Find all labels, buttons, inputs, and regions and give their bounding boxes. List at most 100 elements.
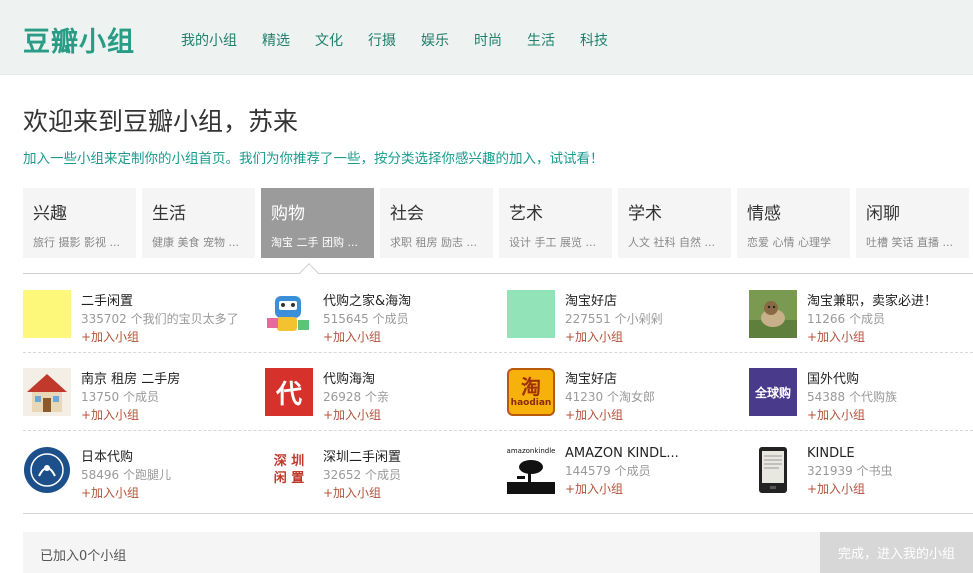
group-info: 代购之家&海淘 515645 个成员 +加入小组: [323, 290, 503, 345]
category-tab-art[interactable]: 艺术 设计 手工 展览 ...: [499, 188, 612, 258]
row-separator: [23, 430, 973, 431]
category-tab-society[interactable]: 社会 求职 租房 励志 ...: [380, 188, 493, 258]
groups-divider: [23, 513, 973, 514]
group-name[interactable]: 代购之家&海淘: [323, 290, 503, 309]
group-name[interactable]: AMAZON KINDL...: [565, 446, 745, 461]
join-group-button[interactable]: +加入小组: [565, 328, 745, 345]
group-name[interactable]: 淘宝好店: [565, 290, 745, 309]
category-subtitle: 旅行 摄影 影视 ...: [33, 236, 120, 249]
nav-tech[interactable]: 科技: [580, 30, 608, 50]
group-meta: 58496 个跑腿儿: [81, 468, 171, 482]
nav-travel[interactable]: 行摄: [368, 30, 396, 50]
row-separator: [23, 352, 973, 353]
group-name[interactable]: 二手闲置: [81, 290, 261, 309]
joined-count: 已加入0个小组: [40, 549, 127, 564]
nav-fashion[interactable]: 时尚: [474, 30, 502, 50]
group-name[interactable]: 淘宝兼职，卖家必进！: [807, 290, 973, 309]
join-group-button[interactable]: +加入小组: [807, 480, 973, 497]
category-tab-interest[interactable]: 兴趣 旅行 摄影 影视 ...: [23, 188, 136, 258]
group-card: 淘宝好店 227551 个小剁剁 +加入小组: [507, 290, 747, 350]
footer-bar: 已加入0个小组 完成，进入我的小组: [23, 532, 973, 573]
group-card: 全球购 国外代购 54388 个代购族 +加入小组: [749, 368, 973, 428]
robot-mascot-icon[interactable]: [265, 290, 313, 338]
global-buy-text: 全球购: [754, 385, 791, 400]
group-info: 南京 租房 二手房 13750 个成员 +加入小组: [81, 368, 261, 423]
nav-featured[interactable]: 精选: [262, 30, 290, 50]
category-subtitle: 人文 社科 自然 ...: [628, 236, 715, 249]
category-title: 社会: [390, 204, 424, 224]
category-subtitle: 恋爱 心情 心理学: [747, 236, 831, 249]
nav-life[interactable]: 生活: [527, 30, 555, 50]
global-buy-logo-icon[interactable]: 全球购: [749, 368, 797, 416]
group-name[interactable]: 日本代购: [81, 446, 261, 465]
amazon-kindle-logo-icon[interactable]: amazonkindle: [507, 446, 555, 494]
join-group-button[interactable]: +加入小组: [565, 480, 745, 497]
group-info: KINDLE 321939 个书虫 +加入小组: [807, 446, 973, 497]
group-meta: 321939 个书虫: [807, 464, 893, 478]
group-info: 淘宝好店 41230 个淘女郎 +加入小组: [565, 368, 745, 423]
shenzhen-logo-line2: 闲 置: [273, 471, 305, 486]
dog-photo-icon[interactable]: [749, 290, 797, 338]
active-tab-pointer: [299, 263, 319, 283]
group-meta: 41230 个淘女郎: [565, 390, 655, 404]
main-nav: 我的小组 精选 文化 行摄 娱乐 时尚 生活 科技: [181, 30, 633, 50]
category-tab-chat[interactable]: 闲聊 吐槽 笑话 直播 ...: [856, 188, 969, 258]
join-group-button[interactable]: +加入小组: [565, 406, 745, 423]
group-meta: 11266 个成员: [807, 312, 885, 326]
category-tab-shopping[interactable]: 购物 淘宝 二手 团购 ...: [261, 188, 374, 258]
group-name[interactable]: 代购海淘: [323, 368, 503, 387]
group-name[interactable]: 国外代购: [807, 368, 973, 387]
join-group-button[interactable]: +加入小组: [81, 328, 261, 345]
category-title: 购物: [271, 204, 305, 224]
shenzhen-logo-icon[interactable]: 深 圳 闲 置: [265, 446, 313, 494]
category-divider: [23, 273, 973, 274]
category-subtitle: 淘宝 二手 团购 ...: [271, 236, 358, 249]
group-name[interactable]: 淘宝好店: [565, 368, 745, 387]
taobao-logo-icon[interactable]: 淘 haodian: [507, 368, 555, 416]
taobao-logo-char: 淘: [521, 375, 541, 399]
group-meta: 32652 个成员: [323, 468, 401, 482]
category-title: 情感: [747, 204, 781, 224]
group-card: 代 代购海淘 26928 个亲 +加入小组: [265, 368, 505, 428]
japan-emblem-icon[interactable]: [23, 446, 71, 494]
nav-my-groups[interactable]: 我的小组: [181, 30, 237, 50]
group-info: 二手闲置 335702 个我们的宝贝太多了 +加入小组: [81, 290, 261, 345]
join-group-button[interactable]: +加入小组: [81, 484, 261, 501]
join-group-button[interactable]: +加入小组: [807, 328, 973, 345]
category-title: 艺术: [509, 204, 543, 224]
group-info: AMAZON KINDL... 144579 个成员 +加入小组: [565, 446, 745, 497]
category-tab-academic[interactable]: 学术 人文 社科 自然 ...: [618, 188, 731, 258]
group-thumb-swatch[interactable]: [507, 290, 555, 338]
group-card: 淘宝兼职，卖家必进！ 11266 个成员 +加入小组: [749, 290, 973, 350]
finish-button[interactable]: 完成，进入我的小组: [820, 532, 973, 573]
group-meta: 144579 个成员: [565, 464, 651, 478]
join-group-button[interactable]: +加入小组: [81, 406, 261, 423]
nav-entertainment[interactable]: 娱乐: [421, 30, 449, 50]
group-meta: 26928 个亲: [323, 390, 389, 404]
group-name[interactable]: KINDLE: [807, 446, 973, 461]
group-name[interactable]: 深圳二手闲置: [323, 446, 503, 465]
join-group-button[interactable]: +加入小组: [323, 406, 503, 423]
join-group-button[interactable]: +加入小组: [807, 406, 973, 423]
group-thumb-swatch[interactable]: [23, 290, 71, 338]
house-icon[interactable]: [23, 368, 71, 416]
group-meta: 227551 个小剁剁: [565, 312, 663, 326]
group-info: 代购海淘 26928 个亲 +加入小组: [323, 368, 503, 423]
category-subtitle: 吐槽 笑话 直播 ...: [866, 236, 953, 249]
dai-logo-icon[interactable]: 代: [265, 368, 313, 416]
site-logo[interactable]: 豆瓣小组: [23, 20, 135, 59]
nav-culture[interactable]: 文化: [315, 30, 343, 50]
category-tab-emotion[interactable]: 情感 恋爱 心情 心理学: [737, 188, 850, 258]
group-card: 南京 租房 二手房 13750 个成员 +加入小组: [23, 368, 263, 428]
kindle-device-icon[interactable]: [749, 446, 797, 494]
group-card: KINDLE 321939 个书虫 +加入小组: [749, 446, 973, 506]
group-info: 国外代购 54388 个代购族 +加入小组: [807, 368, 973, 423]
group-meta: 13750 个成员: [81, 390, 159, 404]
join-group-button[interactable]: +加入小组: [323, 328, 503, 345]
group-card: 深 圳 闲 置 深圳二手闲置 32652 个成员 +加入小组: [265, 446, 505, 506]
join-group-button[interactable]: +加入小组: [323, 484, 503, 501]
category-tab-life[interactable]: 生活 健康 美食 宠物 ...: [142, 188, 255, 258]
group-name[interactable]: 南京 租房 二手房: [81, 368, 261, 387]
group-card: amazonkindle AMAZON KINDL... 144579 个成员 …: [507, 446, 747, 506]
category-title: 闲聊: [866, 204, 900, 224]
